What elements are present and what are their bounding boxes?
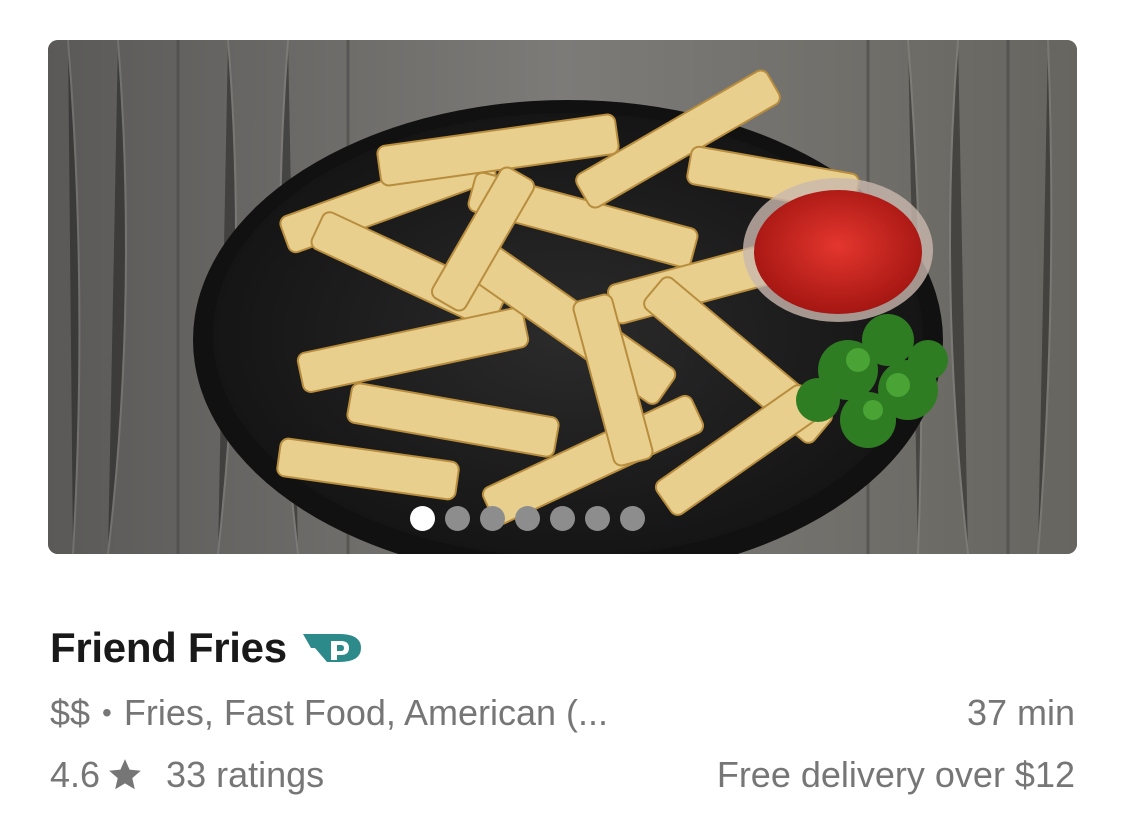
carousel-pagination	[48, 506, 1077, 531]
delivery-fee: Free delivery over $12	[716, 754, 1075, 795]
carousel-dot[interactable]	[515, 506, 540, 531]
carousel-dot[interactable]	[620, 506, 645, 531]
carousel-dot[interactable]	[410, 506, 435, 531]
rating-value: 4.6	[50, 754, 101, 795]
carousel-dot[interactable]	[445, 506, 470, 531]
price-range: $$	[50, 692, 91, 733]
store-info-row: $$ • Fries, Fast Food, American (... 37 …	[50, 688, 1075, 738]
store-title-row: Friend Fries	[50, 618, 365, 678]
food-photo	[48, 40, 1077, 554]
cuisine-list: Fries, Fast Food, American (...	[123, 692, 608, 733]
carousel-dot[interactable]	[585, 506, 610, 531]
store-rating-row: 4.6 33 ratings Free delivery over $12	[50, 750, 1075, 800]
carousel-dot[interactable]	[550, 506, 575, 531]
ratings-count: 33 ratings	[166, 754, 325, 795]
store-hero-image[interactable]	[48, 40, 1077, 554]
delivery-time: 37 min	[966, 692, 1075, 733]
star-icon	[109, 759, 141, 790]
store-card[interactable]: Friend Fries $$ • Fries, Fast Food, Amer…	[0, 0, 1125, 828]
dashpass-icon	[302, 634, 361, 662]
carousel-dot[interactable]	[480, 506, 505, 531]
store-name: Friend Fries	[50, 624, 287, 671]
separator: •	[102, 697, 112, 728]
